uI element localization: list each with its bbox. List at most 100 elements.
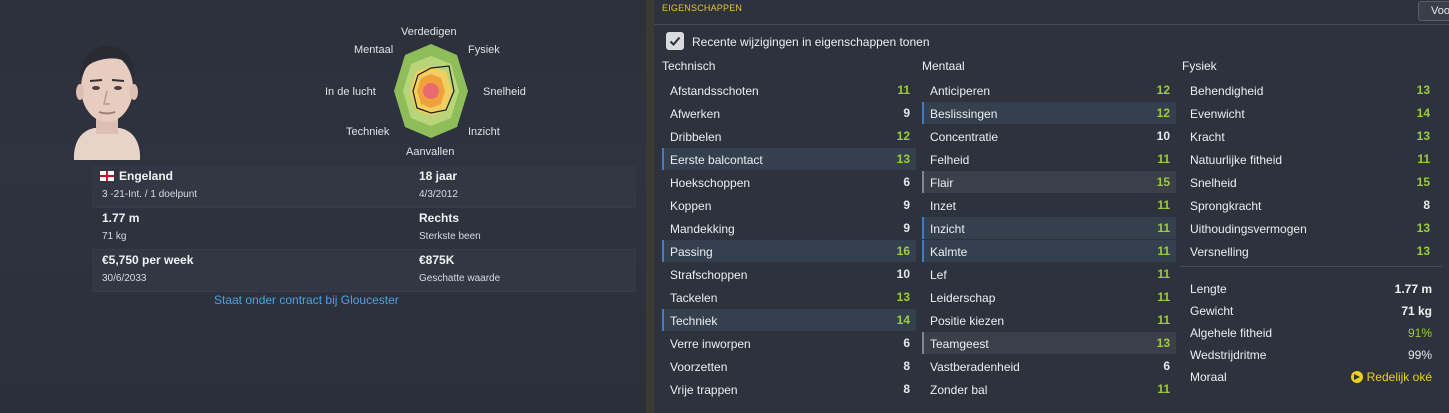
player-age: 18 jaar [419,169,458,183]
attribute-value: 13 [1416,221,1430,235]
attribute-row-physical[interactable]: Behendigheid 13 [1182,79,1436,101]
attribute-value: 9 [903,221,910,235]
attribute-row-technical[interactable]: Koppen 9 [662,194,916,216]
attribute-value: 10 [1156,129,1170,143]
attributes-panel: EIGENSCHAPPEN Voorkeur Recente wijziging… [654,0,1449,413]
attribute-name: Beslissingen [930,107,998,121]
attribute-value: 9 [903,198,910,212]
attribute-name: Vastberadenheid [930,360,1020,374]
attribute-row-physical[interactable]: Versnelling 13 [1182,240,1436,262]
preferred-foot: Rechts [419,211,460,225]
attribute-row-mental[interactable]: Vastberadenheid 6 [922,355,1176,377]
preferred-foot-label: Sterkste been [419,231,481,242]
info-row-physique: 1.77 m 71 kg Rechts Sterkste been [92,208,636,250]
physical-column-title: Fysiek [1182,59,1217,73]
physical-detail-value: 1.77 m [1394,282,1432,296]
radar-label-speed: Snelheid [483,86,526,98]
recent-changes-checkbox[interactable] [666,32,684,50]
radar-label-attacking: Aanvallen [406,146,455,158]
attribute-value: 6 [903,175,910,189]
attribute-name: Uithoudingsvermogen [1190,222,1307,236]
attribute-row-technical[interactable]: Passing 16 [662,240,916,262]
attribute-value: 9 [903,106,910,120]
attribute-row-mental[interactable]: Zonder bal 11 [922,378,1176,400]
attribute-value: 11 [1157,221,1170,235]
attribute-row-physical[interactable]: Natuurlijke fitheid 11 [1182,148,1436,170]
attribute-row-physical[interactable]: Uithoudingsvermogen 13 [1182,217,1436,239]
physical-detail-row: Wedstrijdritme 99% [1180,343,1442,365]
attribute-name: Vrije trappen [670,383,738,397]
attribute-row-technical[interactable]: Eerste balcontact 13 [662,148,916,170]
attribute-row-technical[interactable]: Afstandsschoten 11 [662,79,916,101]
attribute-row-mental[interactable]: Positie kiezen 11 [922,309,1176,331]
player-wage: €5,750 per week [102,253,194,267]
attribute-row-physical[interactable]: Sprongkracht 8 [1182,194,1436,216]
physical-detail-value: 91% [1407,326,1432,340]
player-value-label: Geschatte waarde [419,273,501,284]
attribute-row-technical[interactable]: Strafschoppen 10 [662,263,916,285]
attribute-name: Behendigheid [1190,84,1264,98]
attribute-name: Hoekschoppen [670,176,751,190]
physical-detail-row: Lengte 1.77 m [1180,277,1442,299]
attribute-row-technical[interactable]: Verre inworpen 6 [662,332,916,354]
attribute-row-technical[interactable]: Tackelen 13 [662,286,916,308]
attribute-row-mental[interactable]: Teamgeest 13 [922,332,1176,354]
attribute-row-mental[interactable]: Flair 15 [922,171,1176,193]
attribute-value: 13 [1156,336,1170,350]
attribute-name: Flair [930,176,954,190]
attribute-name: Voorzetten [670,360,728,374]
attribute-name: Afstandsschoten [670,84,759,98]
attribute-row-mental[interactable]: Felheid 11 [922,148,1176,170]
attribute-name: Felheid [930,153,970,167]
attribute-row-physical[interactable]: Snelheid 15 [1182,171,1436,193]
attribute-row-mental[interactable]: Inzicht 11 [922,217,1176,239]
attribute-row-technical[interactable]: Techniek 14 [662,309,916,331]
technical-column-title: Technisch [662,59,716,73]
radar-label-vision: Inzicht [468,126,500,138]
attribute-value: 8 [903,359,910,373]
panel-divider [646,0,654,413]
attribute-name: Mandekking [670,222,735,236]
attribute-name: Concentratie [930,130,999,144]
attribute-row-physical[interactable]: Kracht 13 [1182,125,1436,147]
attribute-row-mental[interactable]: Concentratie 10 [922,125,1176,147]
player-height: 1.77 m [102,211,140,225]
attribute-row-mental[interactable]: Beslissingen 12 [922,102,1176,124]
attribute-row-mental[interactable]: Leiderschap 11 [922,286,1176,308]
attribute-row-technical[interactable]: Mandekking 9 [662,217,916,239]
attribute-value: 8 [903,382,910,396]
morale-icon [1350,371,1363,383]
attribute-row-technical[interactable]: Vrije trappen 8 [662,378,916,400]
radar-label-mental: Mentaal [354,44,394,56]
contract-club-link[interactable]: Staat onder contract bij Gloucester [214,293,399,307]
attribute-value: 13 [1416,83,1430,97]
attribute-value: 13 [896,152,910,166]
attribute-name: Dribbelen [670,130,722,144]
radar-label-technique: Techniek [346,126,390,138]
attribute-name: Snelheid [1190,176,1237,190]
contract-end-date: 30/6/2033 [102,273,147,284]
attribute-row-technical[interactable]: Dribbelen 12 [662,125,916,147]
checkmark-icon [669,36,681,46]
attribute-row-technical[interactable]: Afwerken 9 [662,102,916,124]
attribute-row-physical[interactable]: Evenwicht 14 [1182,102,1436,124]
attribute-row-mental[interactable]: Inzet 11 [922,194,1176,216]
player-overview-panel: Verdedigen Fysiek Snelheid Inzicht Aanva… [0,0,646,413]
attribute-name: Leiderschap [930,291,996,305]
morale-text: Redelijk oké [1366,370,1432,384]
attribute-row-mental[interactable]: Anticiperen 12 [922,79,1176,101]
attribute-value: 11 [1417,152,1430,166]
physical-detail-row: Gewicht 71 kg [1180,299,1442,321]
radar-label-aerial: In de lucht [325,86,376,98]
attribute-name: Kalmte [930,245,968,259]
view-options-button[interactable]: Voorkeur [1418,1,1449,21]
attribute-value: 15 [1416,175,1430,189]
physical-detail-row: Moraal Redelijk oké [1180,365,1442,387]
attribute-row-mental[interactable]: Lef 11 [922,263,1176,285]
attribute-row-technical[interactable]: Hoekschoppen 6 [662,171,916,193]
attribute-row-technical[interactable]: Voorzetten 8 [662,355,916,377]
attribute-row-mental[interactable]: Kalmte 11 [922,240,1176,262]
attribute-value: 11 [1157,244,1170,258]
attribute-value: 11 [897,83,910,97]
mental-column-title: Mentaal [922,59,965,73]
